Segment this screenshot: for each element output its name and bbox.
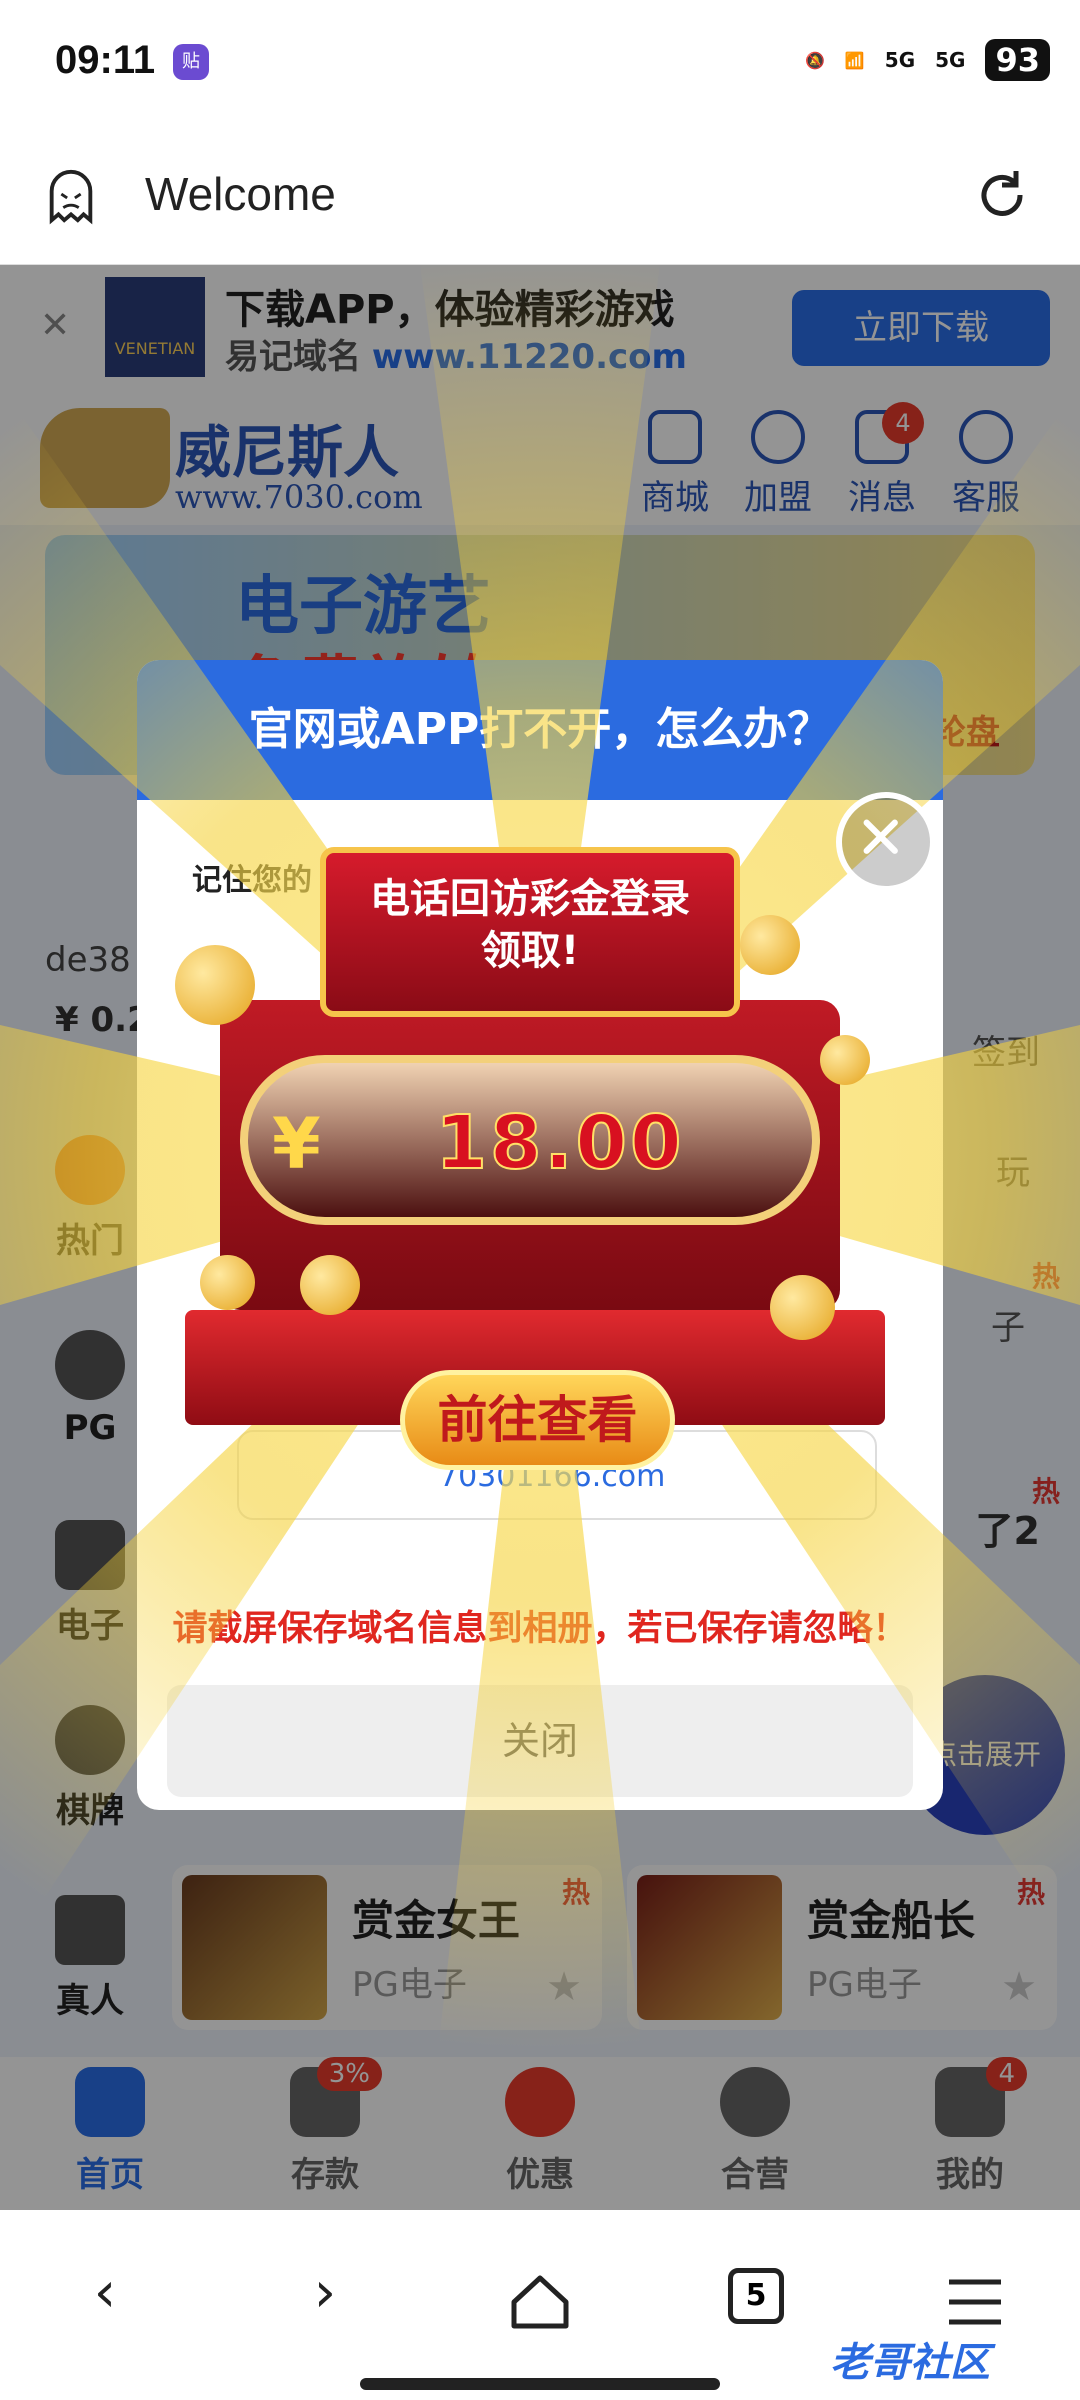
browser-bottom-bar: ‹ › 5 老哥社区 [0, 2210, 1080, 2400]
coin-icon [175, 945, 255, 1025]
coin-icon [820, 1035, 870, 1085]
coin-icon [740, 915, 800, 975]
watermark: 老哥社区 [830, 2340, 990, 2386]
coin-icon [770, 1275, 835, 1340]
ghost-icon[interactable] [42, 167, 100, 225]
dialog-warning: 请截屏保存域名信息到相册，若已保存请忽略！ [172, 1609, 908, 1649]
view-prize-button[interactable]: 前往查看 [400, 1370, 675, 1470]
prize-popup: 电话回访彩金登录 领取! ¥ 18.00 前往查看 [160, 835, 920, 1475]
reload-icon[interactable] [972, 165, 1032, 225]
dialog-title: 官网或APP打不开，怎么办？ [137, 660, 943, 800]
mute-icon: 🔕 [804, 50, 825, 70]
page-title: Welcome [145, 168, 336, 220]
prize-amount: 18.00 [434, 1099, 685, 1187]
app-notification-icon: 贴 [173, 44, 209, 80]
back-icon[interactable]: ‹ [65, 2260, 145, 2340]
home-icon[interactable] [500, 2262, 580, 2342]
forward-icon[interactable]: › [285, 2260, 365, 2340]
status-time: 09:11 [55, 38, 156, 82]
battery-indicator: 93 [985, 39, 1050, 81]
signal-icon-1: 5G [884, 48, 916, 72]
currency-symbol: ¥ [272, 1103, 321, 1185]
prize-marquee-text: 电话回访彩金登录 领取! [370, 876, 690, 974]
status-icons: 🔕 📶 5G 5G 93 [805, 32, 1050, 88]
wifi-icon: 📶 [844, 50, 865, 70]
dialog-close-button[interactable]: 关闭 [167, 1685, 913, 1797]
signal-icon-2: 5G [935, 48, 966, 72]
coin-icon [200, 1255, 255, 1310]
tabs-count-button[interactable]: 5 [728, 2268, 784, 2324]
status-bar: 09:11 贴 🔕 📶 5G 5G 93 [0, 0, 1080, 125]
coin-icon [300, 1255, 360, 1315]
home-indicator[interactable] [360, 2378, 720, 2390]
browser-toolbar: Welcome [0, 125, 1080, 265]
